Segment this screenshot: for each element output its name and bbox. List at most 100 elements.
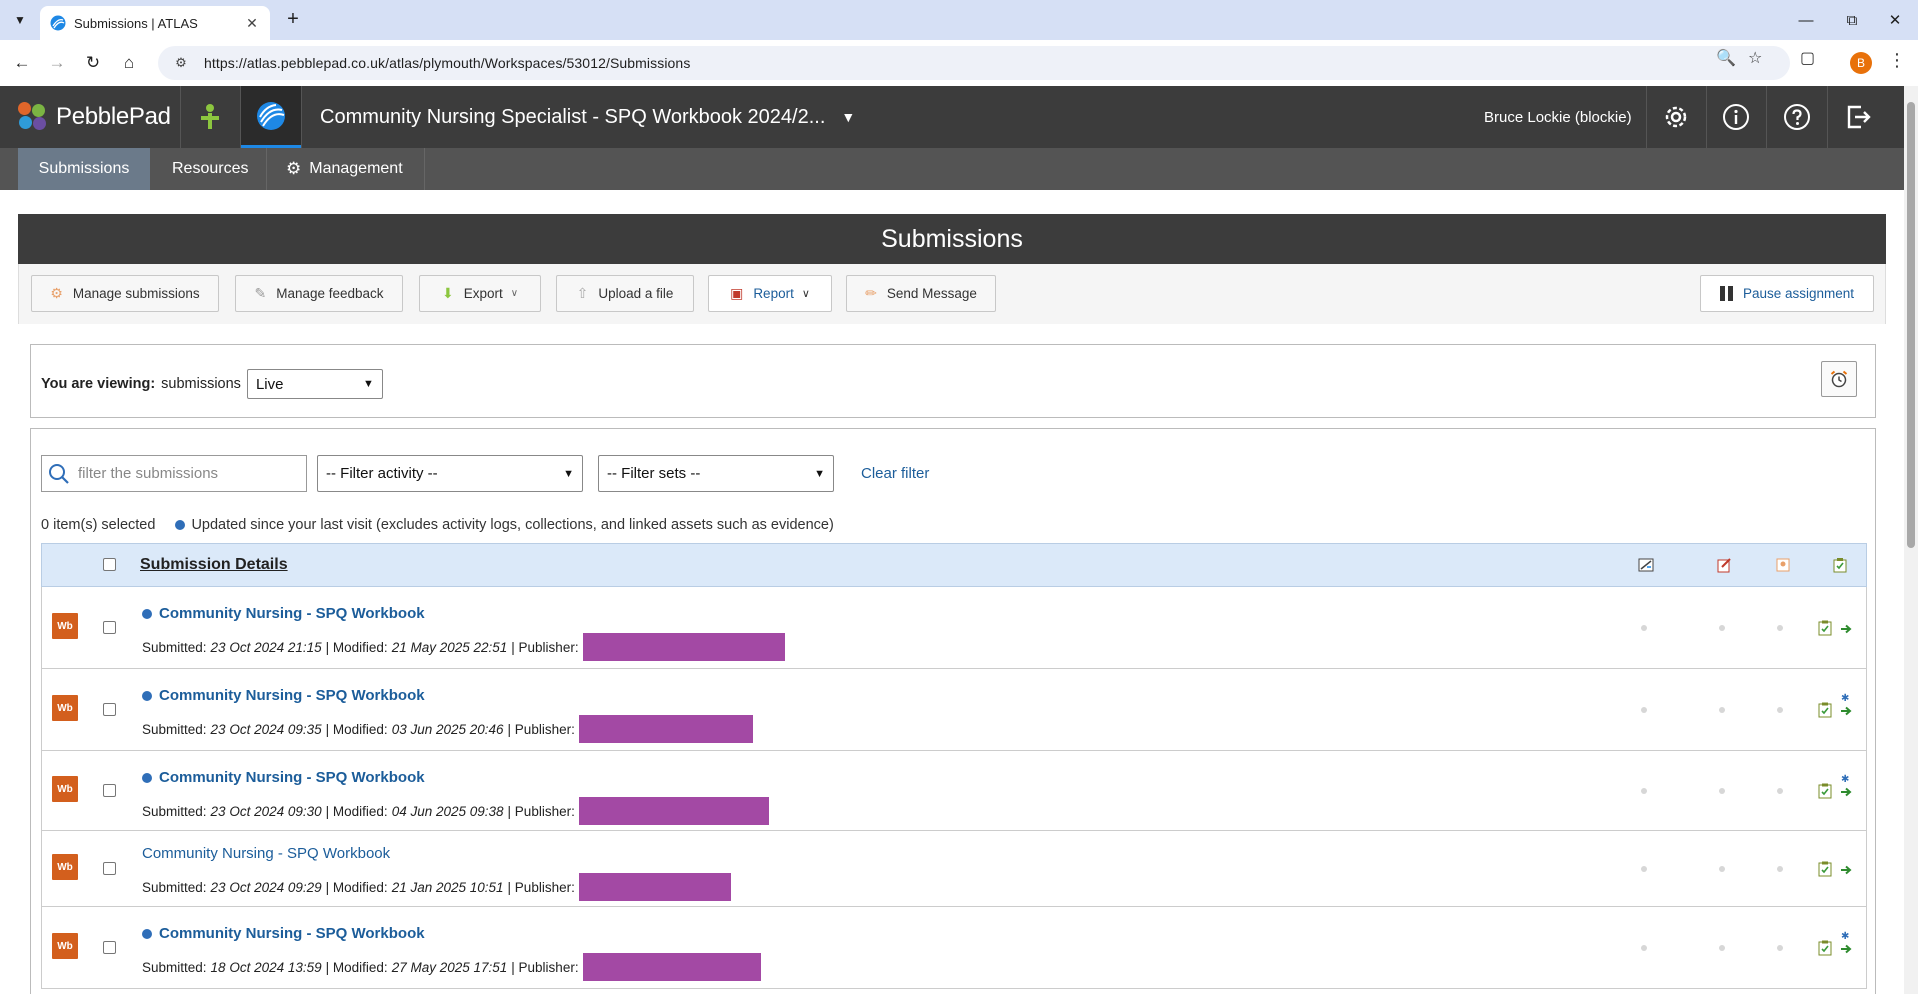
table-row[interactable]: Wb Community Nursing - SPQ Workbook Subm… xyxy=(41,907,1867,989)
submission-meta: Submitted: 23 Oct 2024 09:35 | Modified: 03… xyxy=(142,715,753,743)
tab-management[interactable]: ⚙ Management xyxy=(266,148,423,190)
report-button[interactable]: ▣ Report ∨ xyxy=(708,275,832,312)
forward-icon[interactable]: → xyxy=(44,50,70,76)
viewing-select-value: Live xyxy=(255,375,284,393)
help-button[interactable] xyxy=(1767,86,1827,148)
settings-button[interactable] xyxy=(1646,86,1706,148)
submission-link[interactable]: Community Nursing - SPQ Workbook xyxy=(142,845,390,862)
modified-label: | Modified: xyxy=(325,721,388,737)
submission-link[interactable]: Community Nursing - SPQ Workbook xyxy=(142,605,425,622)
browser-menu-icon[interactable]: ⋮ xyxy=(1888,50,1906,71)
upload-label: Upload a file xyxy=(598,286,674,301)
row-checkbox[interactable] xyxy=(103,621,116,634)
arrow-right-icon[interactable] xyxy=(1840,786,1852,798)
grade-status-dot xyxy=(1641,788,1647,794)
submission-link[interactable]: Community Nursing - SPQ Workbook xyxy=(142,925,425,942)
manage-feedback-button[interactable]: ✎ Manage feedback xyxy=(235,275,403,312)
submission-link[interactable]: Community Nursing - SPQ Workbook xyxy=(142,687,425,704)
workspace-selector[interactable]: Community Nursing Specialist - SPQ Workb… xyxy=(320,86,855,148)
clear-filter-link[interactable]: Clear filter xyxy=(861,465,929,482)
bookmark-star-icon[interactable]: ☆ xyxy=(1748,48,1762,68)
filter-sets-select[interactable]: -- Filter sets -- ▼ xyxy=(598,455,834,492)
back-icon[interactable]: ← xyxy=(9,50,35,76)
address-bar[interactable]: ⚙ https://atlas.pebblepad.co.uk/atlas/pl… xyxy=(158,46,1790,80)
help-icon xyxy=(1784,104,1810,130)
submitted-label: Submitted: xyxy=(142,879,207,895)
clipboard-check-icon[interactable] xyxy=(1818,702,1832,718)
publisher-redacted xyxy=(582,633,785,661)
new-tab-button[interactable]: + xyxy=(281,8,305,32)
pebblepad-logo[interactable]: PebblePad xyxy=(18,86,171,148)
tab-submissions[interactable]: Submissions xyxy=(18,148,150,190)
submission-meta: Submitted: 23 Oct 2024 21:15 | Modified: 21… xyxy=(142,633,785,661)
table-row[interactable]: Wb Community Nursing - SPQ Workbook Subm… xyxy=(41,669,1867,751)
viewing-select[interactable]: Live ▼ xyxy=(246,369,383,399)
row-checkbox[interactable] xyxy=(103,862,116,875)
submitted-label: Submitted: xyxy=(142,803,207,819)
clipboard-check-icon[interactable] xyxy=(1818,783,1832,799)
submissions-page: Submissions ⚙ Manage submissions ✎ Manag… xyxy=(18,214,1886,994)
user-name[interactable]: Bruce Lockie (blockie) xyxy=(1484,86,1632,148)
manage-submissions-button[interactable]: ⚙ Manage submissions xyxy=(31,275,219,312)
arrow-right-icon[interactable] xyxy=(1840,705,1852,717)
grade-column-icon[interactable] xyxy=(1638,557,1654,573)
home-icon[interactable]: ⌂ xyxy=(116,50,142,76)
send-message-button[interactable]: ✏ Send Message xyxy=(846,275,996,312)
modified-label: | Modified: xyxy=(325,803,388,819)
page-scrollbar-thumb[interactable] xyxy=(1907,102,1915,548)
clipboard-check-icon[interactable] xyxy=(1818,940,1832,956)
approval-column-icon[interactable] xyxy=(1775,557,1791,573)
submission-details-header[interactable]: Submission Details xyxy=(140,556,288,574)
selected-count: 0 item(s) selected xyxy=(41,517,156,533)
site-info-icon[interactable]: ⚙ xyxy=(172,54,190,72)
arrow-right-icon[interactable] xyxy=(1840,623,1852,635)
chevron-down-icon: ∨ xyxy=(801,288,810,300)
close-window-button[interactable]: ✕ xyxy=(1872,0,1918,40)
row-checkbox[interactable] xyxy=(103,784,116,797)
restore-button[interactable]: ⧉ xyxy=(1829,0,1875,40)
submitted-label: Submitted: xyxy=(142,639,207,655)
browser-tab[interactable]: Submissions | ATLAS ✕ xyxy=(40,6,270,40)
reload-icon[interactable]: ↻ xyxy=(80,50,106,76)
tab-resources[interactable]: Resources xyxy=(152,148,268,190)
arrow-right-icon[interactable] xyxy=(1840,943,1852,955)
zoom-icon[interactable]: 🔍 xyxy=(1716,48,1736,68)
approval-status-dot xyxy=(1777,625,1783,631)
arrow-right-icon[interactable] xyxy=(1840,864,1852,876)
modified-date: 03 Jun 2025 20:46 xyxy=(391,721,504,737)
alarm-clock-button[interactable] xyxy=(1821,361,1857,397)
tab-close-icon[interactable]: ✕ xyxy=(244,15,260,32)
pause-label: Pause assignment xyxy=(1742,286,1855,301)
minimize-button[interactable]: — xyxy=(1783,0,1829,40)
table-row[interactable]: Wb Community Nursing - SPQ Workbook Subm… xyxy=(41,831,1867,907)
publisher-label: | Publisher: xyxy=(507,721,575,737)
browser-toolbar: ← → ↻ ⌂ ⚙ https://atlas.pebblepad.co.uk/… xyxy=(0,40,1918,86)
atlas-app-button[interactable] xyxy=(241,86,301,148)
submission-link[interactable]: Community Nursing - SPQ Workbook xyxy=(142,769,425,786)
logout-button[interactable] xyxy=(1828,86,1888,148)
pause-assignment-button[interactable]: Pause assignment xyxy=(1700,275,1874,312)
search-input[interactable]: filter the submissions xyxy=(41,455,307,492)
status-column-icon[interactable] xyxy=(1832,557,1848,573)
feedback-column-icon[interactable] xyxy=(1716,557,1732,573)
submitted-label: Submitted: xyxy=(142,721,207,737)
info-button[interactable] xyxy=(1706,86,1766,148)
export-button[interactable]: ⬇ Export ∨ xyxy=(419,275,541,312)
gear-icon: ⚙ xyxy=(286,159,302,178)
select-all-checkbox[interactable] xyxy=(103,558,116,571)
gear-icon xyxy=(1665,106,1687,128)
viewing-panel: You are viewing: submissions Live ▼ xyxy=(30,344,1876,418)
subnav-divider xyxy=(424,148,425,190)
row-checkbox[interactable] xyxy=(103,703,116,716)
row-checkbox[interactable] xyxy=(103,941,116,954)
clipboard-check-icon[interactable] xyxy=(1818,861,1832,877)
clipboard-check-icon[interactable] xyxy=(1818,620,1832,636)
filter-activity-select[interactable]: -- Filter activity -- ▼ xyxy=(317,455,583,492)
table-row[interactable]: Wb Community Nursing - SPQ Workbook Subm… xyxy=(41,751,1867,831)
extensions-icon[interactable]: ▢ xyxy=(1800,48,1815,68)
pebble-plus-app-button[interactable] xyxy=(180,86,240,148)
upload-file-button[interactable]: ⇧ Upload a file xyxy=(556,275,694,312)
tab-search-dropdown[interactable]: ▼ xyxy=(8,8,32,32)
table-row[interactable]: Wb Community Nursing - SPQ Workbook Subm… xyxy=(41,587,1867,669)
profile-avatar[interactable]: B xyxy=(1850,52,1872,74)
